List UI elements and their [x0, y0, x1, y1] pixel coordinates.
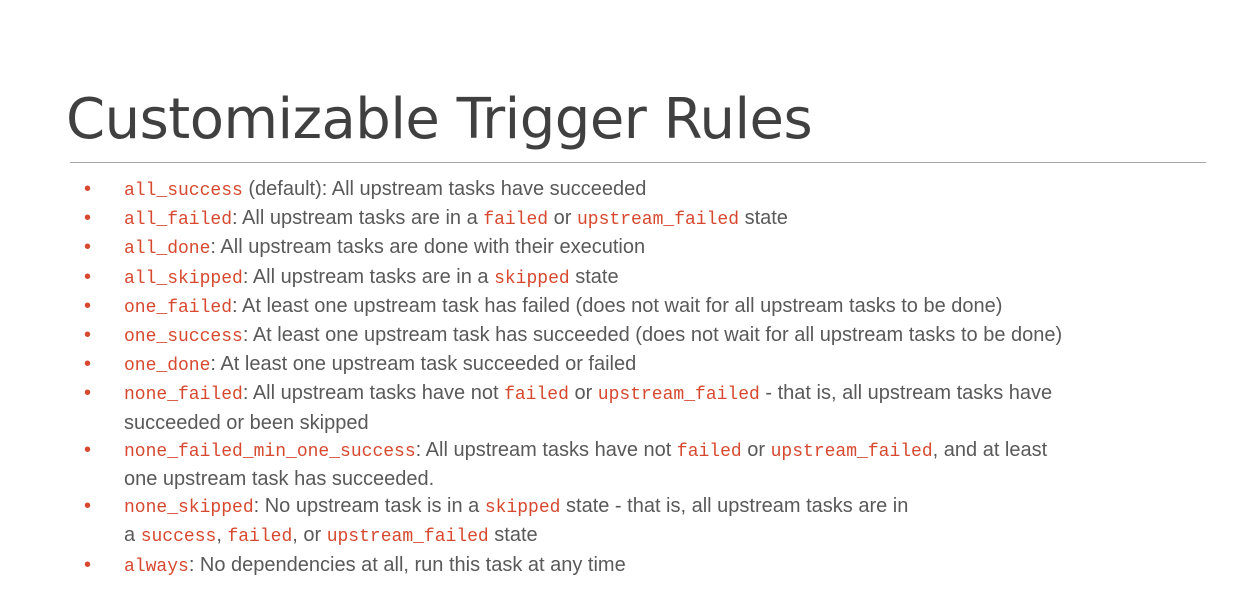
rule-code: none_skipped: [124, 498, 254, 519]
rule-code: upstream_failed: [576, 210, 740, 231]
rule-text: , and at least: [932, 438, 1048, 461]
rule-code: all_success: [124, 181, 243, 201]
bullet-marker: •: [84, 495, 92, 518]
list-item: • one_done: At least one upstream task su…: [84, 351, 1224, 380]
rule-text: succeeded or been skipped: [124, 411, 369, 434]
rule-text: or: [741, 438, 771, 461]
rule-code: one_done: [124, 356, 211, 377]
rule-code: one_failed: [124, 297, 233, 318]
rule-text: one upstream task has succeeded.: [124, 468, 435, 491]
rule-code: failed: [227, 527, 293, 548]
rule-code: all_skipped: [124, 268, 243, 289]
bullet-marker: •: [84, 207, 92, 230]
bullet-marker: •: [84, 353, 92, 376]
list-item: • all_skipped: All upstream tasks are in …: [84, 264, 1224, 293]
rule-text: : No dependencies at all, run this task …: [188, 553, 626, 576]
rule-code: always: [124, 556, 189, 577]
list-item: • one_success: At least one upstream task…: [84, 322, 1224, 351]
rule-code: failed: [504, 385, 569, 406]
list-item: • always: No dependencies at all, run thi…: [84, 552, 1224, 581]
rule-text: , or: [292, 524, 327, 547]
rule-code: upstream_failed: [770, 441, 933, 462]
rule-text: : No upstream task is in a: [253, 495, 485, 518]
rule-code: success: [140, 527, 217, 548]
title-divider: [70, 162, 1206, 163]
rule-text: : At least one upstream task succeeded o…: [210, 353, 637, 376]
bullet-marker: •: [84, 553, 92, 576]
bullet-marker: •: [84, 178, 92, 200]
bullet-marker: •: [84, 382, 92, 405]
rule-code: skipped: [494, 268, 570, 289]
rule-text: : All upstream tasks are in a: [242, 265, 495, 288]
rule-text: state - that is, all upstream tasks are …: [560, 495, 909, 518]
rule-code: one_success: [124, 327, 243, 348]
bullet-marker: •: [84, 438, 92, 461]
list-item: • none_failed_min_one_success: All upstre…: [84, 437, 1224, 493]
rule-code: skipped: [484, 498, 561, 519]
rule-code: upstream_failed: [597, 385, 760, 406]
rule-code: none_failed_min_one_success: [124, 441, 416, 462]
rule-text: state: [488, 524, 538, 547]
bullet-marker: •: [84, 236, 92, 259]
rule-text: : At least one upstream task has succeed…: [242, 324, 1063, 347]
list-item: • none_skipped: No upstream task is in a …: [84, 493, 1224, 551]
list-item: • none_failed: All upstream tasks have no…: [84, 380, 1224, 436]
rule-text: - that is, all upstream tasks have: [759, 382, 1053, 405]
list-item: • all_failed: All upstream tasks are in a…: [84, 205, 1224, 234]
list-item: • one_failed: At least one upstream task …: [84, 293, 1224, 322]
rule-code: all_failed: [124, 210, 233, 231]
rule-code: none_failed: [124, 385, 243, 406]
bullet-marker: •: [84, 324, 92, 347]
list-item: • all_done: All upstream tasks are done w…: [84, 234, 1224, 263]
rule-code: failed: [483, 210, 549, 231]
rule-text: or: [568, 382, 598, 405]
list-item: • all_success (default): All upstream tas…: [84, 176, 1224, 205]
rule-text: a: [124, 524, 141, 547]
rule-code: upstream_failed: [326, 527, 489, 548]
rule-text: or: [548, 207, 577, 230]
rule-text: : All upstream tasks are done with their…: [210, 236, 646, 259]
rule-text: : All upstream tasks are in a: [232, 207, 484, 230]
slide-title: Customizable Trigger Rules: [66, 87, 813, 152]
rule-text: ,: [216, 524, 228, 547]
rule-text: (default): All upstream tasks have succe…: [242, 178, 647, 200]
rule-code: all_done: [124, 239, 211, 260]
rule-code: failed: [676, 441, 742, 462]
rule-text: : At least one upstream task has failed …: [232, 294, 1003, 317]
rule-text: : All upstream tasks have not: [415, 438, 677, 461]
rule-text: state: [569, 265, 619, 288]
bullet-marker: •: [84, 265, 92, 288]
rule-text: state: [739, 207, 788, 230]
rule-text: : All upstream tasks have not: [242, 382, 505, 405]
bullet-marker: •: [84, 294, 92, 317]
trigger-rules-list: • all_success (default): All upstream tas…: [84, 176, 1224, 581]
